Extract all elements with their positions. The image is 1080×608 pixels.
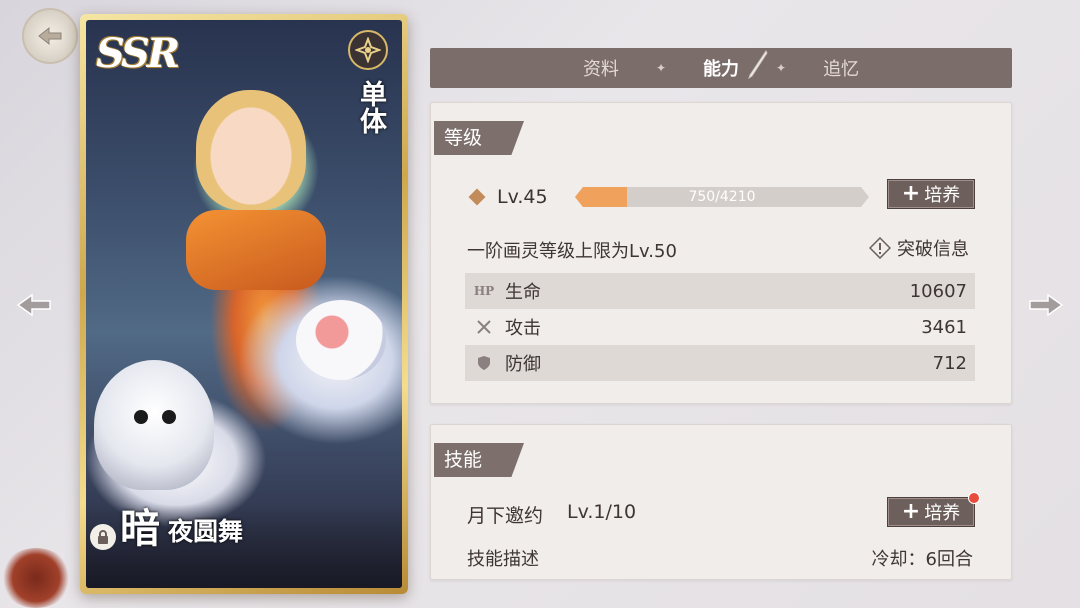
tab-separator-icon: ✦ [776, 61, 787, 75]
dog-art [94, 360, 214, 490]
tab-memory[interactable]: 追忆 [786, 55, 896, 81]
level-label: Lv.45 [497, 186, 548, 208]
stat-value: 712 [932, 352, 967, 374]
level-section-title: 等级 [434, 121, 524, 155]
stat-name: 攻击 [505, 318, 541, 339]
rarity-badge: SSR [96, 30, 180, 77]
defense-icon [473, 352, 495, 374]
tab-ability[interactable]: 能力 [666, 50, 776, 81]
xp-bar: 750/4210 [575, 187, 869, 207]
quill-icon [748, 50, 768, 79]
tab-profile[interactable]: 资料 [546, 55, 656, 81]
skill-level: Lv.1/10 [567, 501, 637, 523]
back-button[interactable] [22, 8, 78, 64]
stat-row-hp: HP 生命 10607 [465, 273, 975, 309]
target-type-label: 单体 [355, 80, 386, 134]
tab-bar: 资料 ✦ 能力 ✦ 追忆 [430, 48, 1012, 88]
tab-separator-icon: ✦ [655, 61, 666, 75]
back-arrow-icon [38, 26, 62, 46]
stat-value: 3461 [921, 316, 967, 338]
plus-icon: + [901, 499, 921, 524]
xp-text: 750/4210 [688, 189, 756, 205]
paw-art [296, 300, 386, 380]
hp-icon: HP [473, 284, 495, 298]
character-scarf-art [186, 210, 326, 290]
skill-description-link[interactable]: 技能描述 [467, 545, 539, 571]
target-type-icon [348, 30, 388, 70]
card-attribute: 暗 [120, 505, 160, 552]
level-limit-text: 一阶画灵等级上限为Lv.50 [467, 241, 677, 262]
prev-character-button[interactable] [14, 285, 54, 325]
skill-section-title: 技能 [434, 443, 524, 477]
arrow-right-icon [1029, 293, 1064, 317]
level-train-label: 培养 [924, 185, 961, 206]
arrow-left-icon [16, 293, 51, 317]
skill-name: 月下邀约 [467, 505, 544, 527]
notification-dot [968, 492, 980, 504]
card-name: 夜圆舞 [168, 517, 244, 546]
attack-icon [473, 316, 495, 338]
stat-name: 防御 [505, 354, 541, 375]
skill-train-label: 培养 [924, 503, 961, 524]
character-card[interactable]: SSR 单体 暗 夜圆舞 [80, 14, 408, 594]
lock-icon[interactable] [90, 524, 116, 550]
skill-train-button[interactable]: + 培养 [887, 492, 980, 527]
character-head-art [196, 90, 306, 210]
stat-value: 10607 [909, 280, 967, 302]
stat-name: 生命 [505, 282, 541, 303]
exclamation-icon [869, 237, 891, 259]
level-train-button[interactable]: + 培养 [887, 179, 975, 209]
skill-cooldown: 冷却：6回合 [871, 549, 973, 570]
level-panel: 等级 Lv.45 750/4210 + 培养 一阶画灵等级上限为Lv.50 突破… [430, 102, 1012, 404]
tab-ability-label: 能力 [703, 59, 739, 80]
skill-panel: 技能 月下邀约 Lv.1/10 + 培养 技能描述 冷却：6回合 [430, 424, 1012, 580]
rose-decoration [0, 548, 72, 608]
plus-icon: + [901, 181, 921, 206]
breakthrough-info-button[interactable]: 突破信息 [869, 235, 969, 261]
breakthrough-label: 突破信息 [897, 239, 969, 260]
stat-row-attack: 攻击 3461 [465, 309, 975, 345]
level-diamond-icon [468, 188, 486, 206]
character-art: SSR 单体 暗 夜圆舞 [86, 20, 402, 588]
stat-row-defense: 防御 712 [465, 345, 975, 381]
next-character-button[interactable] [1026, 285, 1066, 325]
card-name-area: 暗 夜圆舞 [86, 504, 402, 588]
